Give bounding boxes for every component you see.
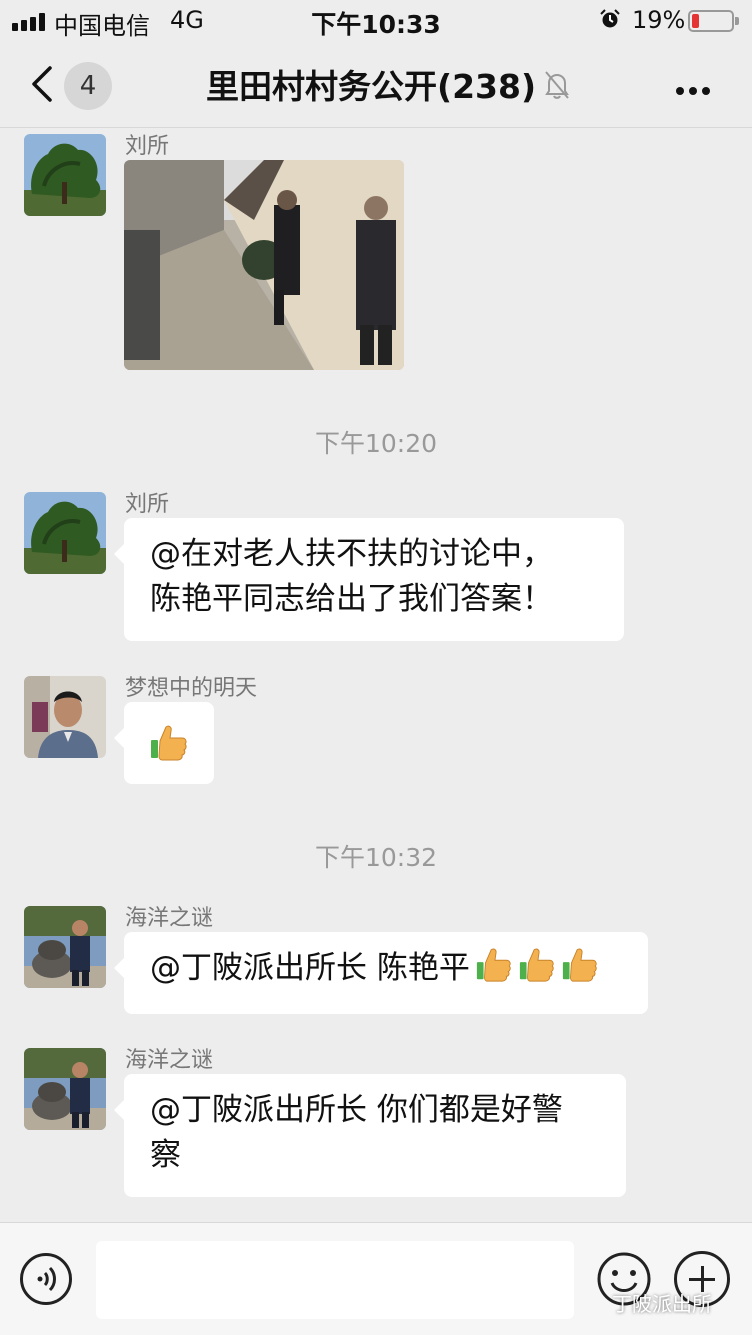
timestamp: 下午10:20: [314, 429, 438, 458]
avatar[interactable]: [24, 492, 106, 574]
message-text: @丁陂派出所长 陈艳平: [150, 950, 470, 986]
message-line: 察: [150, 1137, 181, 1173]
chat-title: 里田村村务公开(238): [206, 67, 537, 106]
avatar[interactable]: [24, 906, 106, 988]
image-message[interactable]: [124, 160, 404, 370]
watermark: 丁陂派出所: [612, 1292, 712, 1316]
text-bubble[interactable]: @在对老人扶不扶的讨论中， 陈艳平同志给出了我们答案！: [114, 518, 624, 641]
thumbs-up-row: [470, 948, 599, 986]
text-bubble[interactable]: @丁陂派出所长 你们都是好警 察: [114, 1074, 626, 1197]
more-icon[interactable]: [676, 80, 715, 99]
message-list[interactable]: 刘所 下午10:20 刘所 @在对老人扶不扶的讨论中， 陈艳平同志给出了我们答案…: [0, 128, 752, 1222]
sender-name: 海洋之谜: [125, 906, 214, 931]
avatar[interactable]: [24, 134, 106, 216]
thumbs-up-icon: [519, 948, 554, 982]
sender-name: 刘所: [125, 134, 170, 159]
input-bar: [0, 1222, 752, 1335]
message-line: @丁陂派出所长 你们都是好警: [150, 1092, 563, 1128]
back-arrow-icon[interactable]: [28, 64, 56, 104]
alarm-icon: [600, 9, 620, 28]
thumbs-up-icon: [151, 725, 187, 761]
battery-percent: 19%: [632, 6, 686, 34]
status-bar: 中国电信 4G 下午10:33 19%: [0, 0, 752, 42]
thumbs-up-icon: [562, 948, 597, 982]
battery-icon: [688, 10, 739, 32]
message-input[interactable]: [96, 1241, 574, 1319]
avatar[interactable]: [24, 676, 106, 758]
sender-name: 梦想中的明天: [125, 676, 258, 701]
mute-bell-icon: [545, 71, 569, 99]
timestamp: 下午10:32: [314, 843, 438, 872]
unread-count-badge[interactable]: 4: [64, 62, 112, 110]
voice-icon[interactable]: [20, 1253, 72, 1305]
emoji-bubble[interactable]: [114, 702, 214, 784]
text-bubble[interactable]: @丁陂派出所长 陈艳平: [114, 932, 648, 1014]
sender-name: 刘所: [125, 492, 170, 517]
message-line: @在对老人扶不扶的讨论中，: [150, 536, 553, 572]
chat-header: 4 里田村村务公开(238): [0, 42, 752, 128]
sender-name: 海洋之谜: [125, 1048, 214, 1073]
message-line: 陈艳平同志给出了我们答案！: [150, 581, 553, 617]
thumbs-up-icon: [476, 948, 511, 982]
avatar[interactable]: [24, 1048, 106, 1130]
